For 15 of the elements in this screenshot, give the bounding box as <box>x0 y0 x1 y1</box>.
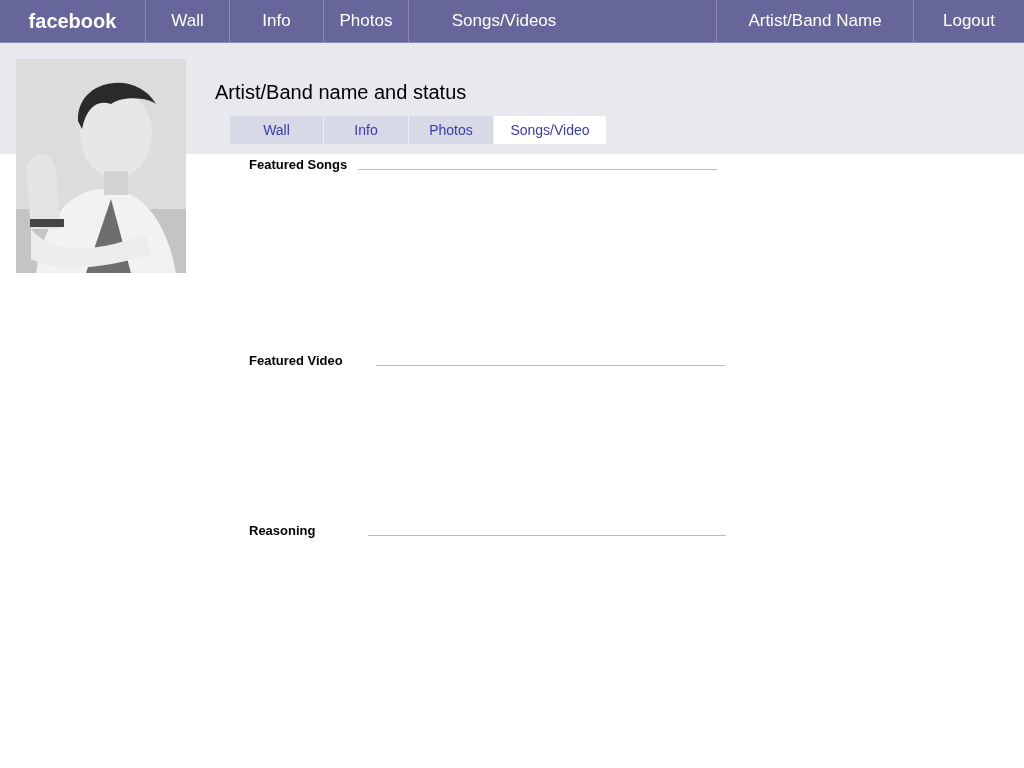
nav-link[interactable]: Wall <box>146 0 230 42</box>
tab[interactable]: Wall <box>230 116 324 144</box>
section-heading: Featured Video <box>249 353 344 369</box>
tab[interactable]: Photos <box>409 116 494 144</box>
nav-link[interactable]: Logout <box>914 0 1024 42</box>
profile-title: Artist/Band name and status <box>215 80 468 105</box>
nav-link[interactable]: Photos <box>324 0 409 42</box>
section-heading: Reasoning <box>249 523 317 539</box>
tab[interactable]: Songs/Video <box>494 116 606 144</box>
nav-link[interactable]: Songs/Videos <box>409 0 599 42</box>
nav-link[interactable]: Info <box>230 0 324 42</box>
facebook-logo[interactable]: facebook <box>0 0 146 42</box>
nav-link[interactable]: Artist/Band Name <box>717 0 914 42</box>
section-heading: Featured Songs <box>249 157 349 173</box>
tab[interactable]: Info <box>324 116 409 144</box>
